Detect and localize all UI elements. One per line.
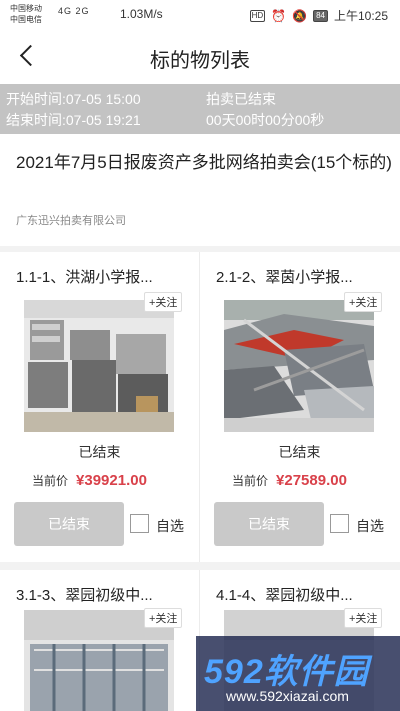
- current-price: ¥39921.00: [76, 472, 147, 489]
- mute-icon: 🔕: [292, 8, 308, 23]
- watchlist-checkbox[interactable]: [330, 514, 349, 533]
- lot-card[interactable]: 3.1-3、翠园初级中... +关注: [0, 570, 199, 711]
- price-row: 当前价 ¥27589.00: [232, 472, 347, 489]
- carrier-info: 中国移动 中国电信: [10, 3, 42, 25]
- battery-icon: 84: [313, 9, 328, 22]
- lot-status: 已结束: [78, 444, 121, 460]
- ended-button[interactable]: 已结束: [14, 502, 124, 546]
- carrier-1: 中国移动: [10, 4, 42, 13]
- hd-icon: HD: [249, 9, 266, 22]
- auction-title: 2021年7月5日报废资产多批网络拍卖会(15个标的): [16, 153, 392, 172]
- lot-status: 已结束: [278, 444, 321, 460]
- lot-card[interactable]: 2.1-2、翠茵小学报... +关注 已结束 当前价 ¥27589.00 已结束 …: [200, 252, 399, 562]
- alarm-icon: ⏰: [271, 8, 287, 23]
- status-bar: 中国移动 中国电信 4G 2G 1.03M/s HD ⏰ 🔕 84 上午10:2…: [0, 0, 400, 30]
- lot-photo-image: [24, 300, 174, 432]
- watchlist-label: 自选: [156, 518, 184, 534]
- lot-title: 1.1-1、洪湖小学报...: [16, 269, 153, 286]
- follow-button[interactable]: +关注: [344, 608, 383, 628]
- price-label: 当前价: [232, 474, 269, 488]
- auction-organizer: 广东迅兴拍卖有限公司: [16, 215, 126, 227]
- ended-button[interactable]: 已结束: [214, 502, 324, 546]
- auction-time-band: 开始时间:07-05 15:00 结束时间:07-05 19:21 拍卖已结束 …: [0, 84, 400, 134]
- page-title: 标的物列表: [150, 50, 250, 72]
- follow-button[interactable]: +关注: [144, 608, 183, 628]
- start-time: 开始时间:07-05 15:00: [6, 91, 141, 107]
- lot-card[interactable]: 1.1-1、洪湖小学报... +关注 已结束 当前价 ¥39921.00 已结束 …: [0, 252, 199, 562]
- signal-icon: 4G 2G: [58, 6, 90, 16]
- watermark-text: 592软件园: [204, 653, 369, 691]
- carrier-2: 中国电信: [10, 15, 42, 24]
- current-price: ¥27589.00: [276, 472, 347, 489]
- watchlist-label: 自选: [356, 518, 384, 534]
- watermark-logo: 592软件园 www.592xiazai.com: [196, 636, 400, 711]
- follow-button[interactable]: +关注: [344, 292, 383, 312]
- clock: 上午10:25: [333, 9, 388, 23]
- lot-title: 2.1-2、翠茵小学报...: [216, 269, 353, 286]
- nav-bar: 标的物列表: [0, 30, 400, 82]
- follow-button[interactable]: +关注: [144, 292, 183, 312]
- row-divider: [0, 562, 400, 570]
- lot-photo-image: [224, 300, 374, 432]
- price-row: 当前价 ¥39921.00: [32, 472, 147, 489]
- lot-photo[interactable]: [24, 300, 174, 432]
- watermark-url: www.592xiazai.com: [226, 688, 349, 704]
- countdown: 00天00时00分00秒: [206, 112, 325, 128]
- watchlist-checkbox[interactable]: [130, 514, 149, 533]
- end-time: 结束时间:07-05 19:21: [6, 112, 141, 128]
- net-speed: 1.03M/s: [120, 7, 163, 21]
- lot-photo[interactable]: [224, 300, 374, 432]
- price-label: 当前价: [32, 474, 69, 488]
- lot-title: 4.1-4、翠园初级中...: [216, 587, 353, 604]
- lot-title: 3.1-3、翠园初级中...: [16, 587, 153, 604]
- auction-state: 拍卖已结束: [206, 91, 276, 107]
